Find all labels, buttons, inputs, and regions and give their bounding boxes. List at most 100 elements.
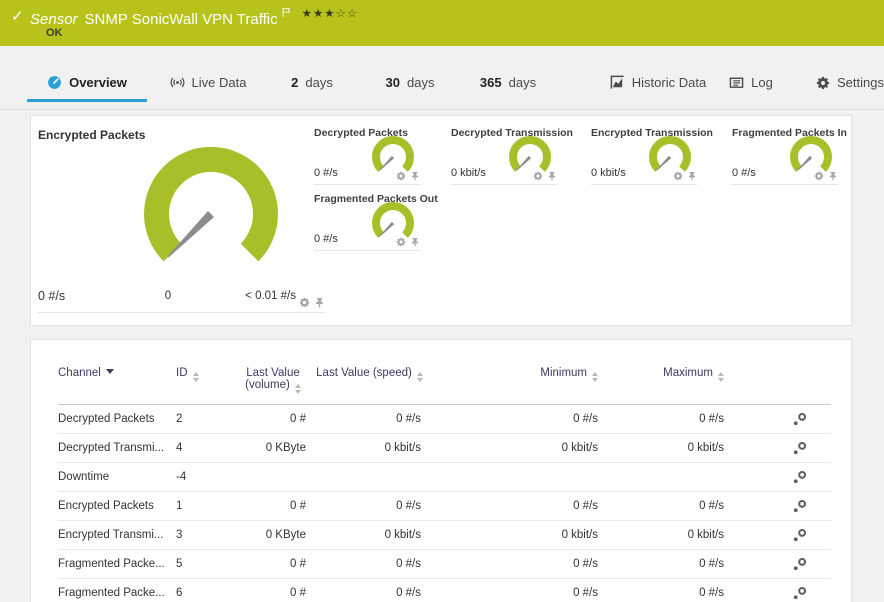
maximum-value (604, 462, 730, 492)
tab-bar: Overview Live Data 2 days 30 days 365 days … (0, 46, 884, 110)
channel-name: Encrypted Transmi... (58, 520, 176, 550)
column-header-tools (730, 357, 831, 405)
gauge-value: 0 kbit/s (591, 167, 626, 179)
small-gauge-decrypted-transmission: Decrypted Transmission 0 kbit/s (451, 127, 573, 185)
priority-stars[interactable]: ★★★☆☆ (302, 8, 359, 20)
pin-icon[interactable] (314, 297, 325, 308)
last-value-speed: 0 #/s (312, 578, 427, 602)
last-value-volume: 0 # (234, 549, 312, 579)
pin-icon[interactable] (547, 171, 557, 181)
gauge-value: 0 #/s (314, 167, 338, 179)
last-value-volume: 0 KByte (234, 433, 312, 463)
channel-name: Fragmented Packe... (58, 549, 176, 579)
small-gauge-fragmented-packets-in: Fragmented Packets In 0 #/s (732, 127, 847, 185)
last-value-speed: 0 kbit/s (312, 433, 427, 463)
gauge-value: 0 kbit/s (451, 167, 486, 179)
gear-icon[interactable] (673, 171, 683, 181)
gauge-dial (144, 146, 278, 262)
edit-channel-button[interactable] (792, 412, 807, 427)
minimum-value: 0 #/s (427, 404, 604, 434)
maximum-value: 0 kbit/s (604, 433, 730, 463)
flag-icon[interactable] (281, 5, 292, 23)
channel-name: Encrypted Packets (58, 491, 176, 521)
last-value-speed: 0 #/s (312, 549, 427, 579)
gauge-icon (47, 75, 62, 90)
small-gauge-encrypted-transmission: Encrypted Transmission 0 kbit/s (591, 127, 713, 185)
gear-icon[interactable] (814, 171, 824, 181)
tab-log[interactable]: Log (726, 66, 776, 102)
pin-icon[interactable] (410, 237, 420, 247)
last-value-speed: 0 #/s (312, 404, 427, 434)
column-header-last-value-speed[interactable]: Last Value (speed) (312, 357, 427, 405)
edit-channel-button[interactable] (792, 528, 807, 543)
tab-overview[interactable]: Overview (27, 66, 147, 102)
gear-icon[interactable] (533, 171, 543, 181)
sort-icon (294, 384, 301, 394)
small-gauge-decrypted-packets: Decrypted Packets 0 #/s (314, 127, 420, 185)
channel-name: Decrypted Transmi... (58, 433, 176, 463)
column-header-id[interactable]: ID (176, 357, 234, 405)
channel-id: 5 (176, 549, 234, 579)
maximum-value: 0 kbit/s (604, 520, 730, 550)
channel-id: 6 (176, 578, 234, 602)
table-row: Downtime -4 (58, 462, 831, 492)
last-value-volume: 0 # (234, 404, 312, 434)
minimum-value: 0 #/s (427, 549, 604, 579)
live-icon (170, 75, 185, 90)
minimum-value: 0 kbit/s (427, 433, 604, 463)
column-header-minimum[interactable]: Minimum (427, 357, 604, 405)
channel-id: 3 (176, 520, 234, 550)
maximum-value: 0 #/s (604, 404, 730, 434)
table-row: Decrypted Transmi... 4 0 KByte 0 kbit/s … (58, 433, 831, 463)
gear-icon (816, 76, 830, 90)
pin-icon[interactable] (410, 171, 420, 181)
small-gauge-fragmented-packets-out: Fragmented Packets Out 0 #/s (314, 193, 438, 251)
main-gauge-encrypted-packets: Encrypted Packets 0 #/s 0 < 0.01 #/s (31, 116, 326, 327)
gauges-panel: Encrypted Packets 0 #/s 0 < 0.01 #/s Dec… (30, 115, 852, 326)
tab-2-days[interactable]: 2 days (286, 66, 338, 102)
last-value-speed (312, 462, 427, 492)
tab-365-days[interactable]: 365 days (474, 66, 542, 102)
channel-id: 2 (176, 404, 234, 434)
main-gauge-current-value: 0 #/s (38, 289, 66, 303)
channels-panel: Channel ID Last Value (volume) Last Value… (30, 339, 852, 602)
minimum-value: 0 #/s (427, 491, 604, 521)
maximum-value: 0 #/s (604, 491, 730, 521)
channel-name: Downtime (58, 462, 176, 492)
last-value-speed: 0 kbit/s (312, 520, 427, 550)
table-row: Decrypted Packets 2 0 # 0 #/s 0 #/s 0 #/… (58, 404, 831, 434)
edit-channel-button[interactable] (792, 470, 807, 485)
tab-30-days[interactable]: 30 days (381, 66, 439, 102)
tab-settings[interactable]: Settings (816, 66, 884, 102)
channel-name: Fragmented Packe... (58, 578, 176, 602)
last-value-volume: 0 # (234, 491, 312, 521)
sensor-title: SNMP SonicWall VPN Traffic (84, 11, 278, 28)
channel-id: -4 (176, 462, 234, 492)
edit-channel-button[interactable] (792, 557, 807, 572)
maximum-value: 0 #/s (604, 578, 730, 602)
gauge-value: 0 #/s (314, 233, 338, 245)
gauge-value: 0 #/s (732, 167, 756, 179)
column-header-channel[interactable]: Channel (58, 357, 176, 405)
pin-icon[interactable] (828, 171, 838, 181)
edit-channel-button[interactable] (792, 441, 807, 456)
gear-icon[interactable] (396, 237, 406, 247)
column-header-last-value-volume[interactable]: Last Value (volume) (234, 357, 312, 405)
tab-historic-data[interactable]: Historic Data (602, 66, 714, 102)
column-header-maximum[interactable]: Maximum (604, 357, 730, 405)
chart-icon (610, 75, 625, 90)
status-ok-check-icon: ✓ (11, 8, 24, 25)
channel-name: Decrypted Packets (58, 404, 176, 434)
edit-channel-button[interactable] (792, 586, 807, 601)
sensor-header: ✓ Sensor SNMP SonicWall VPN Traffic ★★★☆☆ … (0, 0, 884, 46)
gear-icon[interactable] (396, 171, 406, 181)
pin-icon[interactable] (687, 171, 697, 181)
table-row: Fragmented Packe... 6 0 # 0 #/s 0 #/s 0 … (58, 578, 831, 602)
table-row: Fragmented Packe... 5 0 # 0 #/s 0 #/s 0 … (58, 549, 831, 579)
tab-live-data[interactable]: Live Data (162, 66, 254, 102)
sort-icon (416, 372, 423, 382)
edit-channel-button[interactable] (792, 499, 807, 514)
channel-id: 4 (176, 433, 234, 463)
last-value-speed: 0 #/s (312, 491, 427, 521)
gear-icon[interactable] (299, 297, 310, 308)
